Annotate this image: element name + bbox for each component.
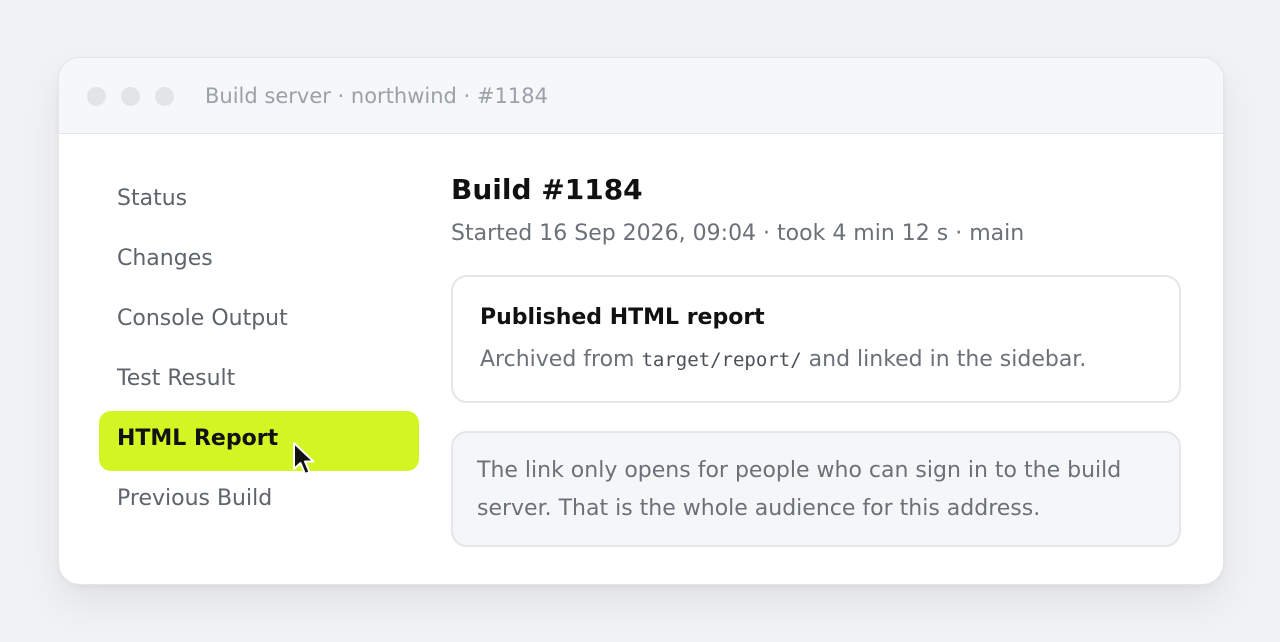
- minimize-window-dot[interactable]: [121, 87, 140, 106]
- window-titlebar: Build server · northwind · #1184: [59, 58, 1223, 134]
- sidebar-item-label: Previous Build: [117, 486, 273, 511]
- page-title: Build #1184: [451, 173, 643, 206]
- build-server-window: Build server · northwind · #1184 Status …: [58, 57, 1224, 585]
- report-card-body: Archived from target/report/ and linked …: [480, 347, 1086, 372]
- sidebar-item-status[interactable]: Status: [99, 171, 419, 231]
- sidebar-item-test-result[interactable]: Test Result: [99, 351, 419, 411]
- sidebar-item-console-output[interactable]: Console Output: [99, 291, 419, 351]
- sidebar-nav: Status Changes Console Output Test Resul…: [99, 171, 419, 531]
- close-window-dot[interactable]: [87, 87, 106, 106]
- window-title: Build server · northwind · #1184: [205, 84, 548, 108]
- access-note: The link only opens for people who can s…: [451, 431, 1181, 547]
- maximize-window-dot[interactable]: [155, 87, 174, 106]
- sidebar-item-label: Test Result: [117, 366, 236, 391]
- report-card-body-suffix: and linked in the sidebar.: [808, 347, 1087, 372]
- sidebar-item-html-report[interactable]: HTML Report: [99, 411, 419, 475]
- report-card-title: Published HTML report: [480, 305, 765, 330]
- access-note-text: The link only opens for people who can s…: [477, 458, 1122, 521]
- report-card: Published HTML report Archived from targ…: [451, 275, 1181, 403]
- sidebar-item-label: Changes: [117, 246, 213, 271]
- report-card-body-prefix: Archived from: [480, 347, 635, 372]
- sidebar-item-previous-build[interactable]: Previous Build: [99, 471, 419, 531]
- sidebar-item-changes[interactable]: Changes: [99, 231, 419, 291]
- sidebar-item-label: Status: [117, 186, 188, 211]
- report-path: target/report/: [641, 349, 802, 371]
- sidebar-item-label: HTML Report: [117, 426, 279, 451]
- sidebar-item-label: Console Output: [117, 306, 288, 331]
- build-meta: Started 16 Sep 2026, 09:04 · took 4 min …: [451, 221, 1025, 246]
